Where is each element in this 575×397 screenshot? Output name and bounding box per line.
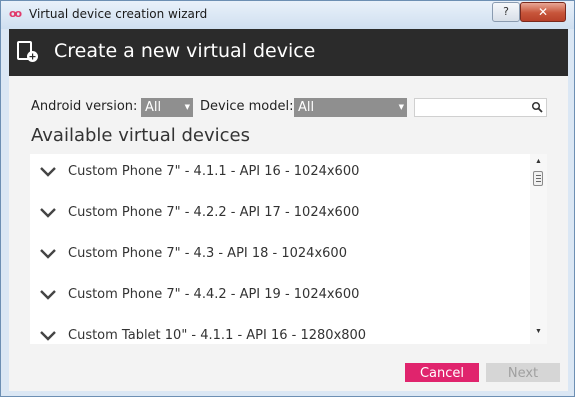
close-button[interactable]: ✕ xyxy=(520,2,566,22)
list-scrollbar[interactable]: ▲ ▼ xyxy=(530,154,547,344)
android-version-value: All xyxy=(145,100,162,115)
wizard-header: Create a new virtual device xyxy=(9,29,568,76)
genymotion-logo-icon: oo xyxy=(9,7,22,20)
device-model-label: Device model: xyxy=(200,99,294,114)
wizard-window: oo Virtual device creation wizard ? ✕ Cr… xyxy=(0,0,575,397)
list-item[interactable]: Custom Phone 7" - 4.2.2 - API 17 - 1024x… xyxy=(30,195,530,236)
wizard-content: Android version: All ▼ Device model: All… xyxy=(9,76,568,391)
device-label: Custom Phone 7" - 4.4.2 - API 19 - 1024x… xyxy=(68,287,360,302)
scroll-thumb[interactable] xyxy=(533,171,543,186)
title-bar[interactable]: oo Virtual device creation wizard ? ✕ xyxy=(1,1,574,29)
page-title: Create a new virtual device xyxy=(54,40,316,62)
help-button[interactable]: ? xyxy=(492,2,520,22)
chevron-down-icon: ▼ xyxy=(398,103,404,111)
list-item[interactable]: Custom Phone 7" - 4.1.1 - API 16 - 1024x… xyxy=(30,154,530,195)
chevron-down-icon: ▼ xyxy=(184,103,190,111)
search-box xyxy=(414,98,547,117)
device-label: Custom Phone 7" - 4.3 - API 18 - 1024x60… xyxy=(68,246,347,261)
device-list: Custom Phone 7" - 4.1.1 - API 16 - 1024x… xyxy=(30,154,530,344)
new-device-icon xyxy=(17,41,38,62)
scroll-down-icon[interactable]: ▼ xyxy=(530,325,547,339)
android-version-label: Android version: xyxy=(31,99,138,114)
list-item[interactable]: Custom Phone 7" - 4.4.2 - API 19 - 1024x… xyxy=(30,277,530,318)
device-label: Custom Phone 7" - 4.1.1 - API 16 - 1024x… xyxy=(68,164,360,179)
list-item[interactable]: Custom Tablet 10" - 4.1.1 - API 16 - 128… xyxy=(30,318,530,344)
search-icon[interactable] xyxy=(531,101,543,113)
chevron-down-icon[interactable] xyxy=(39,166,57,178)
section-title: Available virtual devices xyxy=(31,125,250,146)
chevron-down-icon[interactable] xyxy=(39,248,57,260)
wizard-body: Create a new virtual device Android vers… xyxy=(9,29,568,391)
android-version-select[interactable]: All ▼ xyxy=(141,98,193,117)
next-button[interactable]: Next xyxy=(486,363,560,382)
chevron-down-icon[interactable] xyxy=(39,207,57,219)
device-label: Custom Phone 7" - 4.2.2 - API 17 - 1024x… xyxy=(68,205,360,220)
cancel-button[interactable]: Cancel xyxy=(405,363,479,382)
scroll-up-icon[interactable]: ▲ xyxy=(530,155,547,169)
device-label: Custom Tablet 10" - 4.1.1 - API 16 - 128… xyxy=(68,328,367,343)
chevron-down-icon[interactable] xyxy=(39,330,57,342)
device-model-select[interactable]: All ▼ xyxy=(294,98,407,117)
search-input[interactable] xyxy=(415,99,538,116)
device-model-value: All xyxy=(298,100,315,115)
window-title: Virtual device creation wizard xyxy=(29,7,208,21)
list-item[interactable]: Custom Phone 7" - 4.3 - API 18 - 1024x60… xyxy=(30,236,530,277)
chevron-down-icon[interactable] xyxy=(39,289,57,301)
